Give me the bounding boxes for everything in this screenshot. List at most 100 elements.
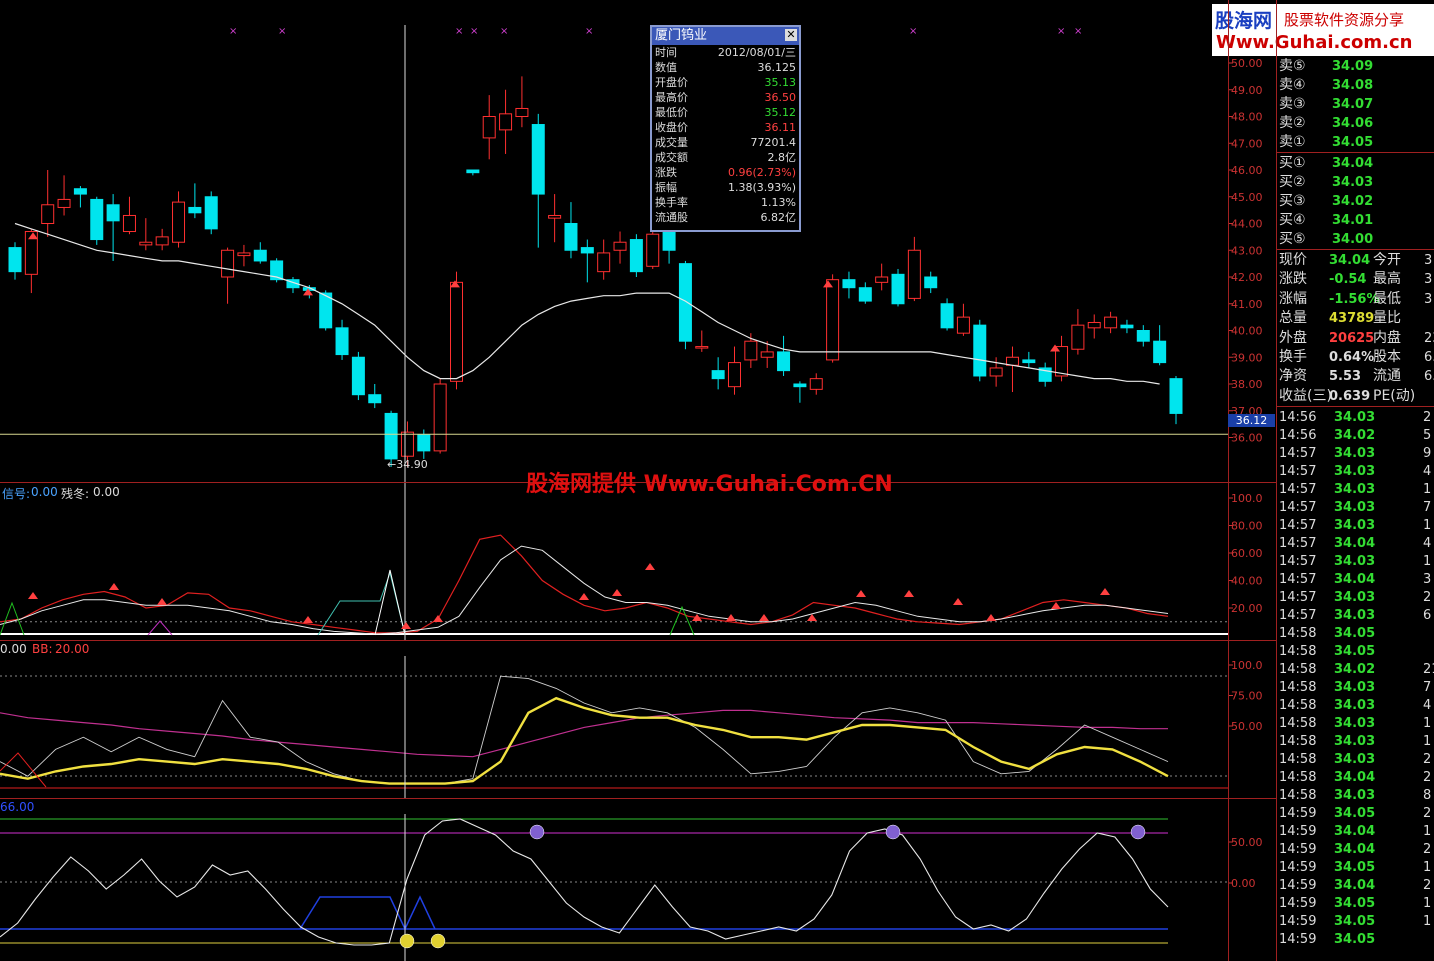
close-icon[interactable]: ✕ xyxy=(785,29,797,41)
sell-price: 34.09 xyxy=(1332,59,1374,74)
ind1-arrow xyxy=(303,616,313,623)
popup-row-value: 77201.4 xyxy=(750,136,797,149)
stat-value: 0.64% xyxy=(1329,350,1375,365)
indicator2-chart[interactable] xyxy=(0,641,1228,798)
ind1-arrow xyxy=(579,593,589,600)
tick-volume: 1 xyxy=(1423,554,1432,569)
stat-value: 0.639 xyxy=(1329,388,1371,404)
quote-divider-1 xyxy=(1277,152,1434,153)
tick-time: 14:58 xyxy=(1279,662,1317,677)
candle-body xyxy=(1120,324,1134,329)
candle xyxy=(155,228,169,251)
indicator2-pane[interactable]: 0.00 BB: 20.00 xyxy=(0,641,1228,798)
ind2-grey-line xyxy=(0,675,1169,785)
tick-time: 14:57 xyxy=(1279,536,1317,551)
ind1-spike xyxy=(374,569,406,636)
candle-body xyxy=(646,233,660,267)
tick-time: 14:57 xyxy=(1279,590,1317,605)
candle xyxy=(924,271,938,294)
candle-body xyxy=(57,198,71,208)
candle xyxy=(1169,375,1183,425)
candle-body xyxy=(482,116,496,139)
popup-row-value: 1.13% xyxy=(761,196,796,209)
sell-price: 34.05 xyxy=(1332,135,1374,150)
tick-price: 34.03 xyxy=(1334,608,1376,623)
axis-tick-label: 80.00 xyxy=(1231,520,1263,533)
tick-volume: 1 xyxy=(1423,734,1432,749)
watermark-text: 股海网提供 Www.Guhai.Com.CN xyxy=(526,472,893,497)
candle xyxy=(875,263,889,291)
candle xyxy=(973,319,987,382)
candle xyxy=(842,271,856,299)
popup-row-value: 2.8亿 xyxy=(767,151,797,164)
axis-tick-label: 46.00 xyxy=(1231,164,1263,177)
quote-divider-2 xyxy=(1277,249,1434,250)
stat-value: -0.54 xyxy=(1329,272,1367,288)
tick-time: 14:57 xyxy=(1279,464,1317,479)
buy-label: 买① xyxy=(1279,155,1306,171)
indicator1-pane[interactable]: 信号: 0.00 残冬: 0.00 xyxy=(0,483,1228,640)
candle xyxy=(809,373,823,395)
buy-price: 34.04 xyxy=(1332,156,1374,171)
stat-value-2: 3 xyxy=(1424,272,1433,288)
candle xyxy=(499,89,513,154)
tick-volume: 1 xyxy=(1423,860,1432,875)
candle-body xyxy=(8,247,22,273)
tick-volume: 1 xyxy=(1423,824,1432,839)
stat-value: 34.04 xyxy=(1329,253,1371,268)
popup-title: 厦门钨业 xyxy=(655,28,708,43)
axis-tick-label: 60.00 xyxy=(1231,547,1263,560)
kline-chart[interactable]: ←34.90 × × × × × × × × × xyxy=(0,10,1228,482)
popup-title-bar[interactable]: 厦门钨业 ✕ xyxy=(652,27,799,45)
axis-tick-label: 43.00 xyxy=(1231,244,1263,257)
ind1-remain-label: 残冬: xyxy=(61,487,90,501)
candle-body xyxy=(368,394,382,404)
candle-body xyxy=(237,252,251,257)
kline-pane[interactable]: ←34.90 × × × × × × × × × xyxy=(0,10,1228,482)
candle-body xyxy=(973,324,987,377)
axis-tick-label: 44.00 xyxy=(1231,218,1263,231)
axis-tick-label: 20.00 xyxy=(1231,602,1263,615)
tick-volume: 1 xyxy=(1423,716,1432,731)
candle xyxy=(907,236,921,302)
candle-body xyxy=(777,351,791,372)
tick-time: 14:58 xyxy=(1279,770,1317,785)
candle-body xyxy=(204,196,218,230)
indicator1-chart[interactable] xyxy=(0,483,1228,640)
candle xyxy=(73,186,87,208)
candle xyxy=(1104,311,1118,334)
tick-volume: 9 xyxy=(1423,446,1432,461)
kline-info-popup[interactable]: 厦门钨业 ✕ 时间 2012/08/01/三 数值 36.125 开盘价 35.13 最高价… xyxy=(650,25,801,232)
axis-tick-label: 40.00 xyxy=(1231,325,1263,338)
popup-row-value: 6.82亿 xyxy=(760,211,797,224)
tick-volume: 7 xyxy=(1423,500,1432,515)
axis-tick-label: 100.0 xyxy=(1231,492,1263,505)
sell-price: 34.06 xyxy=(1332,116,1374,131)
tick-price: 34.03 xyxy=(1334,716,1376,731)
indicator3-pane[interactable]: 66.00 xyxy=(0,799,1228,961)
candle xyxy=(204,191,218,235)
tick-price: 34.02 xyxy=(1334,428,1376,443)
popup-row: 振幅 1.38(3.93%) xyxy=(652,180,799,195)
candle xyxy=(531,113,545,248)
stat-value-2: 3 xyxy=(1424,253,1433,268)
indicator3-chart[interactable] xyxy=(0,799,1228,961)
candle-body xyxy=(433,383,447,452)
candle-body xyxy=(1022,359,1036,364)
tick-time: 14:58 xyxy=(1279,734,1317,749)
buy-price: 34.03 xyxy=(1332,175,1374,190)
candle xyxy=(8,242,22,280)
candle-body xyxy=(597,252,611,273)
tick-time: 14:59 xyxy=(1279,824,1317,839)
candle xyxy=(678,260,692,350)
tick-volume: 4 xyxy=(1423,536,1432,551)
popup-row: 开盘价 35.13 xyxy=(652,75,799,90)
signal-marker: × xyxy=(229,26,237,37)
candle xyxy=(319,290,333,331)
tick-volume: 4 xyxy=(1423,698,1432,713)
popup-row-label: 数值 xyxy=(655,61,677,74)
candle xyxy=(139,218,153,251)
candle-body xyxy=(531,124,545,195)
candle-body xyxy=(41,204,55,224)
ind1-arrow xyxy=(157,598,167,605)
